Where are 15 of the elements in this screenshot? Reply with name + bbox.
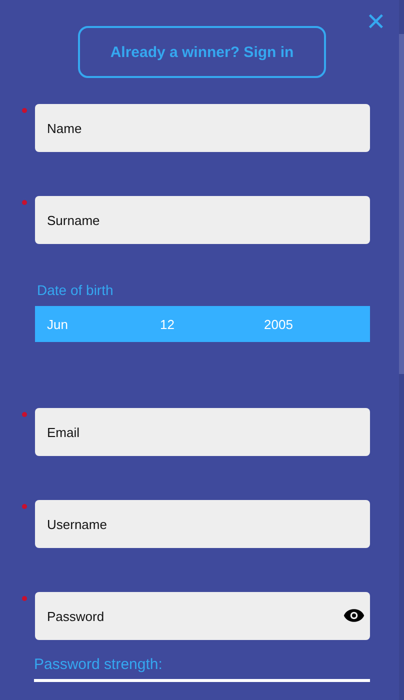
input-field[interactable]: Username — [35, 500, 370, 548]
sign-in-button[interactable]: Already a winner? Sign in — [78, 26, 326, 78]
close-button[interactable]: ✕ — [362, 10, 390, 34]
date-value[interactable]: 12 — [160, 316, 264, 332]
input-field[interactable]: Name — [35, 104, 370, 152]
scrollbar[interactable] — [399, 0, 404, 700]
strength-label: Password strength: — [34, 656, 162, 673]
eye-icon[interactable] — [343, 608, 365, 623]
field-label: Date of birth — [36, 282, 114, 300]
date-value[interactable]: 2005 — [264, 316, 293, 332]
input-field[interactable]: Surname — [35, 196, 370, 244]
password-field[interactable]: Password — [35, 592, 370, 640]
date-picker[interactable]: Jun 12 2005 — [35, 306, 370, 342]
input-field[interactable]: Email — [35, 408, 370, 456]
date-value[interactable]: Jun — [47, 316, 160, 332]
